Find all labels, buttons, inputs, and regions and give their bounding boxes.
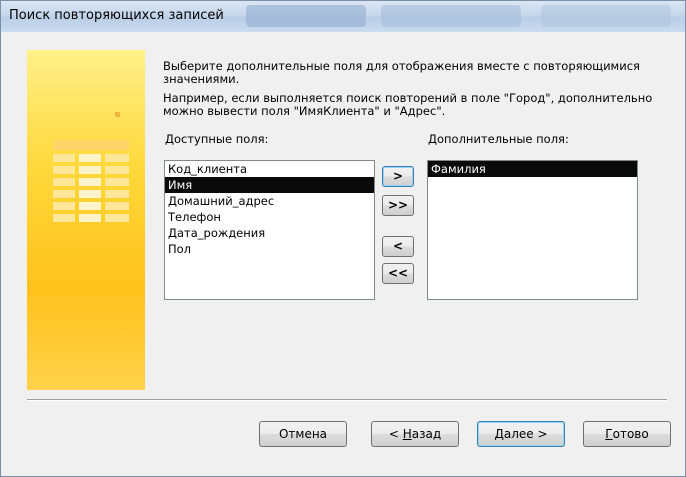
additional-fields-label: Дополнительные поля: [428, 132, 569, 146]
list-item[interactable]: Дата_рождения [165, 225, 374, 241]
back-button[interactable]: < Назад [371, 421, 459, 447]
available-fields-label: Доступные поля: [165, 132, 269, 146]
window-title: Поиск повторяющихся записей [9, 8, 224, 23]
finish-button-label: отово [612, 427, 649, 441]
back-button-prefix: < [388, 427, 403, 441]
available-fields-listbox[interactable]: Код_клиента Имя Домашний_адрес Телефон Д… [164, 160, 375, 300]
add-field-button[interactable]: > [382, 166, 414, 187]
list-item[interactable]: Фамилия [428, 161, 637, 177]
title-bar-background-blur [541, 5, 671, 27]
title-bar[interactable]: Поиск повторяющихся записей [1, 1, 685, 32]
cancel-button[interactable]: Отмена [259, 421, 347, 447]
title-bar-background-blur [381, 5, 521, 27]
table-illustration-icon [53, 112, 129, 222]
wizard-illustration [27, 50, 145, 390]
list-item[interactable]: Пол [165, 241, 374, 257]
list-item[interactable]: Код_клиента [165, 161, 374, 177]
next-button-hotkey: Д [494, 427, 504, 441]
next-button[interactable]: Далее > [477, 421, 565, 447]
instruction-line-4: можно вывести поля "ИмяКлиента" и "Адрес… [163, 104, 446, 118]
wizard-client-area: Выберите дополнительные поля для отображ… [7, 32, 679, 470]
list-item[interactable]: Домашний_адрес [165, 193, 374, 209]
back-button-label: азад [411, 427, 442, 441]
remove-all-fields-button[interactable]: << [382, 263, 414, 284]
list-item[interactable]: Имя [165, 177, 374, 193]
duplicate-query-wizard-window: Поиск повторяющихся записей Выберите доп… [0, 0, 686, 477]
add-all-fields-button[interactable]: >> [382, 195, 414, 216]
cancel-button-label: Отмена [278, 427, 328, 441]
remove-field-button[interactable]: < [382, 236, 414, 257]
instruction-line-2: значениями. [163, 72, 240, 86]
title-bar-background-blur [246, 5, 366, 27]
back-button-hotkey: Н [402, 427, 412, 441]
finish-button-hotkey: Г [605, 427, 613, 441]
next-button-label: алее > [503, 427, 548, 441]
finish-button[interactable]: Готово [583, 421, 671, 447]
list-item[interactable]: Телефон [165, 209, 374, 225]
additional-fields-listbox[interactable]: Фамилия [427, 160, 638, 300]
footer-separator [27, 399, 667, 401]
